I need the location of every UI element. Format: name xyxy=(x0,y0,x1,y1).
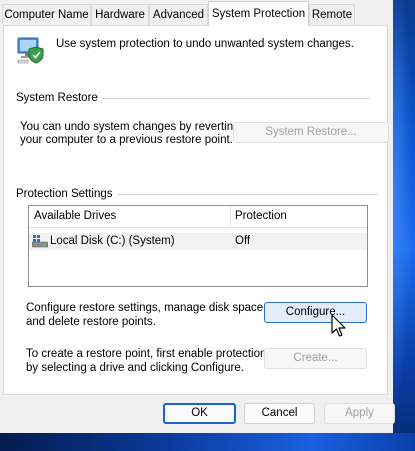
tab-hardware[interactable]: Hardware xyxy=(91,4,149,25)
system-restore-button[interactable]: System Restore... xyxy=(233,122,389,143)
tab-computer-name[interactable]: Computer Name xyxy=(2,4,91,25)
create-description-line1: To create a restore point, first enable … xyxy=(26,348,267,360)
drive-name: Local Disk (C:) (System) xyxy=(50,235,175,247)
mouse-pointer-icon xyxy=(331,314,346,337)
cancel-button[interactable]: Cancel xyxy=(244,403,315,424)
column-header-available-drives[interactable]: Available Drives xyxy=(34,210,116,222)
desktop-wallpaper xyxy=(393,0,415,451)
configure-description-line1: Configure restore settings, manage disk … xyxy=(26,302,267,314)
intro-text: Use system protection to undo unwanted s… xyxy=(56,38,354,50)
tab-system-protection[interactable]: System Protection xyxy=(208,1,309,26)
system-restore-divider xyxy=(94,98,370,99)
drive-protection-status: Off xyxy=(235,235,251,247)
tab-advanced[interactable]: Advanced xyxy=(149,4,208,25)
apply-button[interactable]: Apply xyxy=(324,403,395,424)
ok-button[interactable]: OK xyxy=(163,403,236,424)
system-restore-title: System Restore xyxy=(16,92,102,104)
system-restore-description-line1: You can undo system changes by reverting xyxy=(20,121,240,133)
tab-remote[interactable]: Remote xyxy=(309,4,355,25)
system-restore-description-line2: your computer to a previous restore poin… xyxy=(20,134,233,146)
create-description-line2: by selecting a drive and clicking Config… xyxy=(26,362,244,374)
computer-shield-icon xyxy=(17,37,44,64)
protection-settings-divider xyxy=(110,194,378,195)
drive-icon xyxy=(32,235,48,248)
desktop-wallpaper-bottom xyxy=(0,433,415,451)
column-header-protection[interactable]: Protection xyxy=(235,210,287,222)
tab-strip: Computer Name Hardware Advanced System P… xyxy=(0,0,393,26)
create-button[interactable]: Create... xyxy=(264,348,367,369)
list-header: Available Drives Protection xyxy=(29,206,367,228)
configure-description-line2: and delete restore points. xyxy=(26,316,156,328)
table-row[interactable]: Local Disk (C:) (System) Off xyxy=(29,233,367,250)
available-drives-list[interactable]: Available Drives Protection Local Disk (… xyxy=(28,205,368,287)
system-properties-dialog: Computer Name Hardware Advanced System P… xyxy=(0,0,395,433)
configure-button[interactable]: Configure... xyxy=(264,302,367,323)
protection-settings-title: Protection Settings xyxy=(16,188,117,200)
column-separator[interactable] xyxy=(230,206,231,228)
